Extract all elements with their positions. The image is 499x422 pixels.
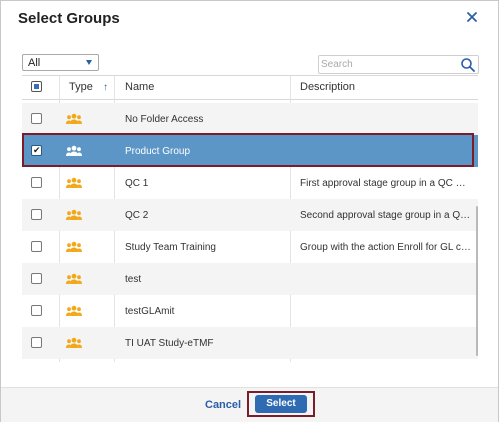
row-checkbox[interactable] — [31, 113, 42, 124]
row-checkbox[interactable] — [31, 337, 42, 348]
table-row[interactable]: testGLAmit — [22, 295, 478, 327]
group-name: Study Team Training — [125, 242, 216, 253]
search-input[interactable] — [321, 57, 459, 72]
group-icon — [66, 145, 82, 156]
column-header-type[interactable]: Type — [69, 76, 93, 100]
table-row[interactable]: No Folder Access — [22, 103, 478, 135]
group-icon — [66, 177, 82, 188]
group-icon — [66, 337, 82, 348]
checkmark-icon: ✔ — [33, 145, 41, 155]
group-icon — [66, 209, 82, 220]
table-header: Type ↑ Name Description — [22, 76, 478, 100]
group-name: TI UAT Study-eTMF — [125, 338, 214, 349]
dialog-title: Select Groups — [18, 10, 120, 27]
select-all-checkbox[interactable] — [31, 81, 42, 92]
row-checkbox[interactable] — [31, 177, 42, 188]
column-header-name[interactable]: Name — [125, 76, 154, 100]
sort-ascending-icon[interactable]: ↑ — [103, 83, 108, 93]
row-checkbox[interactable] — [31, 305, 42, 316]
row-checkbox[interactable] — [31, 241, 42, 252]
table-row[interactable]: Study Team Training Group with the actio… — [22, 231, 478, 263]
cancel-button[interactable]: Cancel — [205, 399, 241, 411]
group-name: QC 2 — [125, 210, 149, 221]
group-description: Second approval stage group in a QC w... — [300, 210, 472, 221]
group-name: Product Group — [125, 146, 191, 157]
group-name: QC 1 — [125, 178, 149, 189]
table-row[interactable]: QC 1 First approval stage group in a QC … — [22, 167, 478, 199]
dialog-header: Select Groups — [1, 1, 498, 37]
groups-table: Type ↑ Name Description No Folder Access… — [22, 75, 478, 362]
select-button[interactable]: Select — [255, 395, 307, 413]
close-icon[interactable] — [464, 9, 480, 25]
group-name: No Folder Access — [125, 114, 204, 125]
row-checkbox[interactable] — [31, 273, 42, 284]
row-checkbox[interactable]: ✔ — [31, 145, 42, 156]
table-row[interactable]: TI UAT Study-eTMF — [22, 327, 478, 359]
group-icon — [66, 305, 82, 316]
group-name: testGLAmit — [125, 306, 175, 317]
table-row[interactable]: ✔ Product Group — [22, 135, 478, 167]
search-icon[interactable] — [460, 57, 476, 73]
table-row[interactable]: QC 2 Second approval stage group in a QC… — [22, 199, 478, 231]
row-checkbox[interactable] — [31, 209, 42, 220]
group-name: test — [125, 274, 142, 285]
search-box — [318, 55, 479, 74]
table-scrollbar[interactable] — [476, 206, 478, 356]
group-icon — [66, 241, 82, 252]
table-row[interactable]: test — [22, 263, 478, 295]
select-groups-dialog: Select Groups All Type ↑ Name Descriptio… — [0, 0, 499, 422]
group-icon — [66, 273, 82, 284]
group-icon — [66, 113, 82, 124]
group-filter-dropdown[interactable]: All — [22, 54, 99, 71]
column-header-description[interactable]: Description — [300, 76, 355, 100]
group-description: First approval stage group in a QC wor..… — [300, 178, 472, 189]
chevron-down-icon — [86, 60, 92, 65]
group-filter-value: All — [28, 57, 41, 69]
group-description: Group with the action Enroll for GL cou.… — [300, 242, 472, 253]
